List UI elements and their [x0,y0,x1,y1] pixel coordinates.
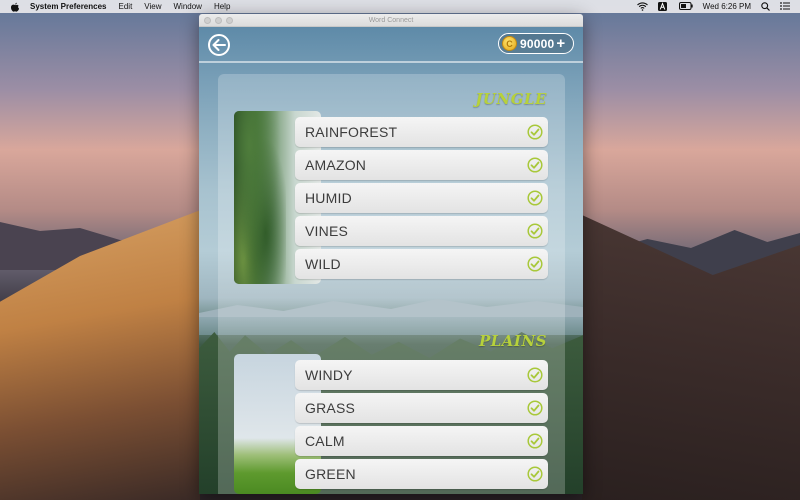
menu-help[interactable]: Help [214,2,230,11]
back-button[interactable] [208,34,230,56]
coin-count: 90000 [520,36,555,51]
word-row[interactable]: CALM [295,426,548,456]
arrow-left-icon [212,39,226,51]
input-source-icon[interactable] [657,2,669,11]
menubar-clock[interactable]: Wed 6:26 PM [703,2,751,11]
word-text: GREEN [305,466,356,482]
coin-balance[interactable]: C 90000 + [498,33,574,54]
check-icon [527,190,543,206]
word-row[interactable]: WILD [295,249,548,279]
word-row[interactable]: AMAZON [295,150,548,180]
menu-view[interactable]: View [144,2,161,11]
word-row[interactable]: RAINFOREST [295,117,548,147]
word-row[interactable]: VINES [295,216,548,246]
wifi-icon[interactable] [636,2,648,11]
zoom-window-button[interactable] [226,17,233,24]
category-title-plains: PLAINS [478,332,547,350]
check-icon [527,157,543,173]
word-row[interactable]: WINDY [295,360,548,390]
word-text: WINDY [305,367,353,383]
word-row[interactable]: HUMID [295,183,548,213]
notification-center-icon[interactable] [780,2,790,11]
plains-word-list: WINDY GRASS CALM GREEN [295,360,548,492]
check-icon [527,433,543,449]
word-text: WILD [305,256,341,272]
word-text: GRASS [305,400,356,416]
apple-icon[interactable] [10,2,20,12]
menu-window[interactable]: Window [174,2,202,11]
close-window-button[interactable] [204,17,211,24]
header-divider [199,61,583,63]
check-icon [527,400,543,416]
window-controls [204,17,237,24]
add-coins-button[interactable]: + [556,36,565,51]
window-titlebar[interactable]: Word Connect [199,14,583,27]
category-title-jungle: JUNGLE [475,90,547,108]
menu-edit[interactable]: Edit [119,2,133,11]
check-icon [527,256,543,272]
battery-icon[interactable] [678,2,693,11]
check-icon [527,367,543,383]
jungle-word-list: RAINFOREST AMAZON HUMID VINES WILD [295,117,548,282]
menubar-status: Wed 6:26 PM [627,0,790,13]
word-row[interactable]: GRASS [295,393,548,423]
coin-icon: C [502,36,517,51]
spotlight-search-icon[interactable] [761,2,770,11]
menu-app-name[interactable]: System Preferences [30,2,107,11]
menubar: System Preferences Edit View Window Help… [0,0,800,13]
app-window: Word Connect C 90000 + JUNGLE RAINFOREST… [199,14,583,494]
check-icon [527,223,543,239]
check-icon [527,124,543,140]
word-text: VINES [305,223,349,239]
word-text: HUMID [305,190,352,206]
word-row[interactable]: GREEN [295,459,548,489]
window-title: Word Connect [368,17,414,24]
minimize-window-button[interactable] [215,17,222,24]
word-text: AMAZON [305,157,367,173]
word-text: RAINFOREST [305,124,398,140]
word-text: CALM [305,433,345,449]
check-icon [527,466,543,482]
